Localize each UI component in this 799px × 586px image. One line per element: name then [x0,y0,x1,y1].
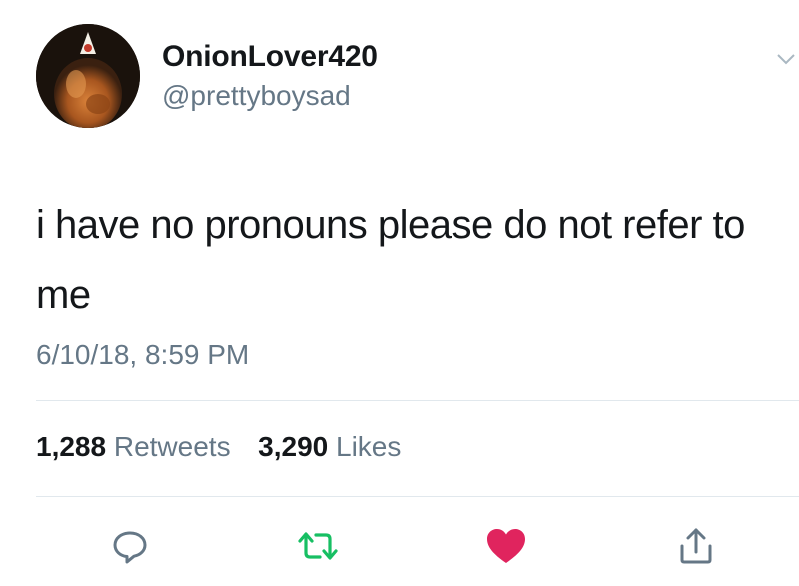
retweets-label: Retweets [113,431,231,462]
tweet-text: i have no pronouns please do not refer t… [36,203,745,317]
reply-button[interactable] [108,524,152,568]
tweet-stats: 1,288 Retweets 3,290 Likes [36,431,401,463]
chevron-down-icon[interactable] [776,52,796,66]
avatar[interactable] [36,24,140,128]
likes-label: Likes [336,431,402,462]
tweet-timestamp[interactable]: 6/10/18, 8:59 PM [36,339,249,371]
likes-stat[interactable]: 3,290 Likes [258,431,401,462]
share-icon [680,528,712,564]
retweet-icon [298,532,338,560]
user-handle[interactable]: @prettyboysad [162,80,351,112]
tweet-card: OnionLover420 @prettyboysad i have no pr… [0,0,799,586]
retweets-stat[interactable]: 1,288 Retweets [36,431,238,462]
heart-icon [487,529,525,563]
divider [36,400,799,401]
share-button[interactable] [674,524,718,568]
divider [36,496,799,497]
like-button[interactable] [484,524,528,568]
likes-count: 3,290 [258,431,329,462]
retweet-button[interactable] [296,524,340,568]
retweets-count: 1,288 [36,431,107,462]
avatar-icon [36,24,140,128]
display-name[interactable]: OnionLover420 [162,40,378,74]
reply-icon [113,531,147,564]
